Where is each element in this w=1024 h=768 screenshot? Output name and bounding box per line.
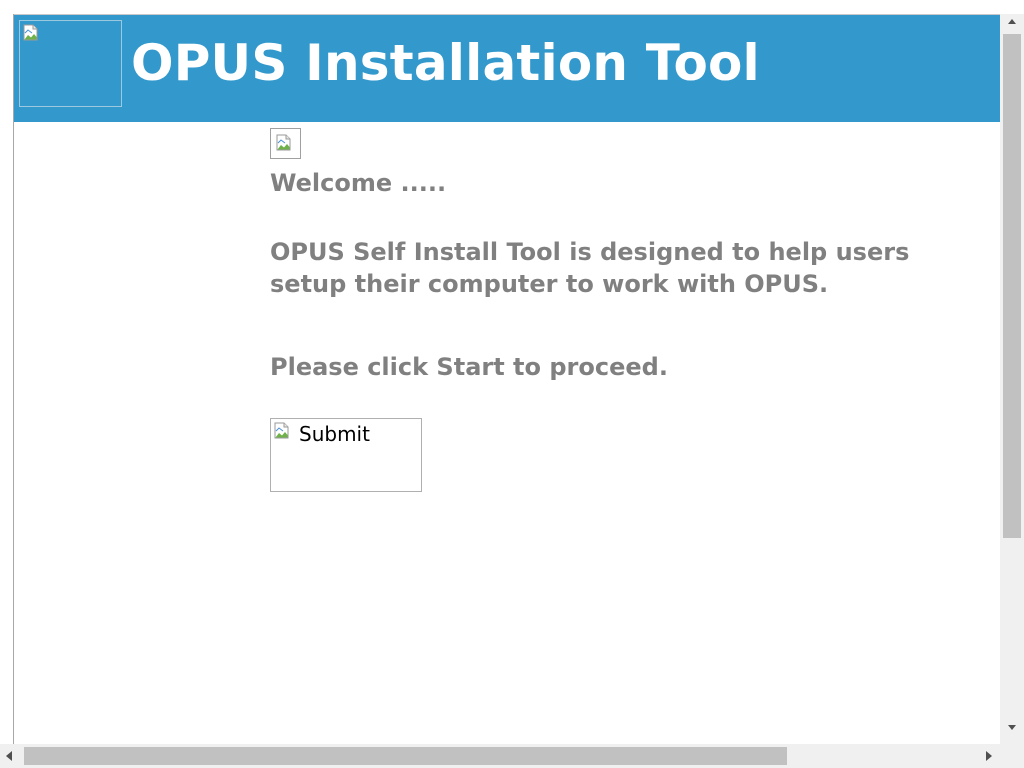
logo-image <box>19 20 122 107</box>
scroll-right-arrow-icon[interactable] <box>980 744 1000 768</box>
vertical-scrollbar[interactable] <box>1000 14 1024 744</box>
browser-viewport: OPUS Installation Tool Welcome ..... OPU… <box>0 0 1024 768</box>
welcome-text: Welcome ..... <box>270 169 447 197</box>
description-line-1: OPUS Self Install Tool is designed to he… <box>270 238 910 266</box>
submit-alt-text: Submit <box>299 422 370 446</box>
instruction-text: Please click Start to proceed. <box>270 353 668 381</box>
broken-image-icon <box>23 24 38 41</box>
scroll-up-arrow-icon[interactable] <box>1000 14 1024 30</box>
scrollbar-corner <box>1000 744 1024 768</box>
banner-image <box>270 128 301 159</box>
scroll-down-arrow-icon[interactable] <box>1000 720 1024 736</box>
page-header: OPUS Installation Tool <box>14 15 1000 122</box>
horizontal-scroll-thumb[interactable] <box>24 747 787 765</box>
frame-border-left <box>13 14 14 744</box>
scroll-left-arrow-icon[interactable] <box>0 744 20 768</box>
description-line-2: setup their computer to work with OPUS. <box>270 270 829 298</box>
start-submit-button[interactable]: Submit <box>270 418 422 492</box>
horizontal-scrollbar[interactable] <box>0 744 1000 768</box>
vertical-scroll-thumb[interactable] <box>1003 34 1021 538</box>
page-title: OPUS Installation Tool <box>131 34 760 92</box>
broken-image-icon <box>276 134 291 151</box>
broken-image-icon <box>274 422 289 439</box>
